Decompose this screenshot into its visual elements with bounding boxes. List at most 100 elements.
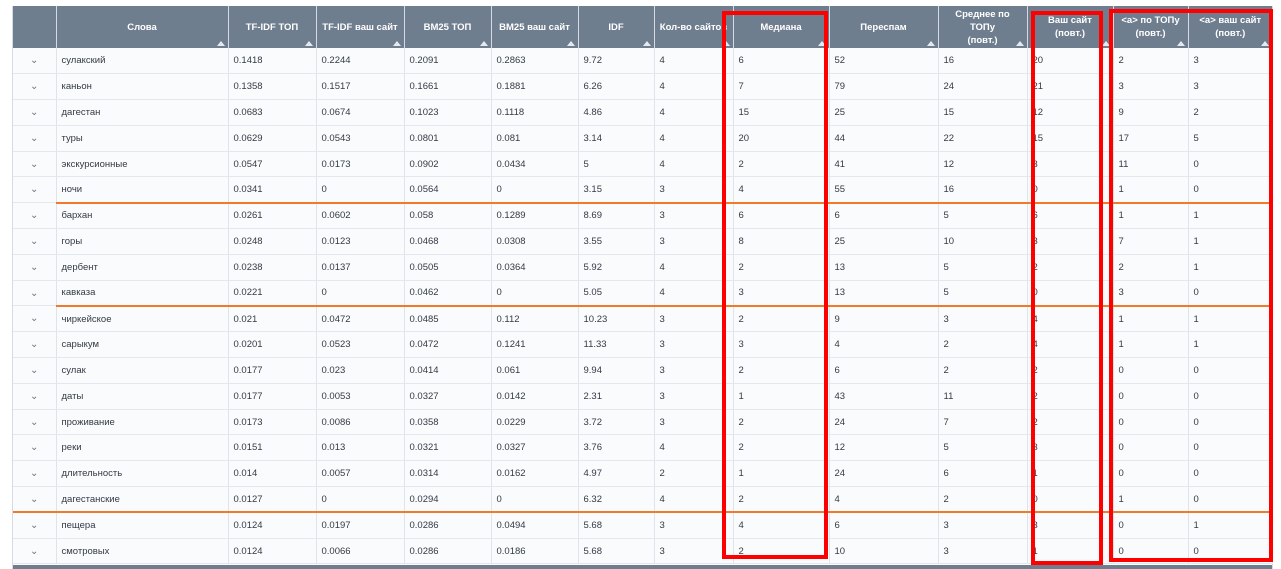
column-header-word[interactable]: Слова <box>56 6 229 48</box>
column-header-bm25-top[interactable]: BM25 ТОП <box>404 6 492 48</box>
sort-arrow-icon[interactable] <box>566 41 575 46</box>
cell-overspam: 44 <box>829 125 939 152</box>
expand-row-cell[interactable]: ⌄ <box>13 305 57 333</box>
cell-bm25-site: 0.0494 <box>491 512 579 539</box>
sort-arrow-icon[interactable] <box>216 41 225 46</box>
cell-overspam: 41 <box>829 151 939 178</box>
expand-row-cell[interactable]: ⌄ <box>13 538 57 565</box>
chevron-down-icon[interactable]: ⌄ <box>30 159 38 170</box>
expand-row-cell[interactable]: ⌄ <box>13 409 57 436</box>
column-header-label: IDF <box>608 21 624 33</box>
chevron-down-icon[interactable]: ⌄ <box>30 339 38 350</box>
cell-your-site: 2 <box>1027 357 1114 384</box>
chevron-down-icon[interactable]: ⌄ <box>30 546 38 557</box>
column-header-a-top[interactable]: <a> по ТОПу (повт.) <box>1113 6 1189 48</box>
cell-bm25-top: 0.0321 <box>404 434 492 462</box>
column-header-overspam[interactable]: Переспам <box>829 6 939 48</box>
cell-overspam: 10 <box>829 538 939 565</box>
cell-tfidf-top: 0.0547 <box>228 151 317 178</box>
sort-arrow-icon[interactable] <box>392 41 401 46</box>
expand-row-cell[interactable]: ⌄ <box>13 48 57 75</box>
column-header-a-site[interactable]: <a> ваш сайт (повт.) <box>1188 6 1272 48</box>
cell-overspam: 13 <box>829 254 939 281</box>
cell-idf: 8.69 <box>578 202 655 230</box>
chevron-down-icon[interactable]: ⌄ <box>30 494 38 505</box>
table-row: ⌄ смотровых 0.0124 0.0066 0.0286 0.0186 5.68 3 2… <box>13 538 1273 565</box>
expand-row-cell[interactable]: ⌄ <box>13 331 57 359</box>
chevron-down-icon[interactable]: ⌄ <box>30 468 38 479</box>
cell-median: 3 <box>733 331 830 359</box>
sort-arrow-icon[interactable] <box>1176 41 1185 46</box>
cell-bm25-top: 0.1661 <box>404 73 492 101</box>
sort-arrow-icon[interactable] <box>926 41 935 46</box>
table-row: ⌄ длительность 0.014 0.0057 0.0314 0.0162 4.97… <box>13 460 1273 488</box>
expand-row-cell[interactable]: ⌄ <box>13 202 57 230</box>
column-header-avg-top[interactable]: Среднее по ТОПу (повт.) <box>938 6 1028 48</box>
cell-tfidf-top: 0.0124 <box>228 538 317 565</box>
cell-bm25-site: 0.0162 <box>491 460 579 488</box>
chevron-down-icon[interactable]: ⌄ <box>30 107 38 118</box>
chevron-down-icon[interactable]: ⌄ <box>30 313 38 324</box>
chevron-down-icon[interactable]: ⌄ <box>30 55 38 66</box>
cell-idf: 3.14 <box>578 125 655 152</box>
expand-row-cell[interactable]: ⌄ <box>13 512 57 539</box>
sort-arrow-icon[interactable] <box>721 41 730 46</box>
expand-row-cell[interactable]: ⌄ <box>13 125 57 152</box>
cell-a-top: 0 <box>1113 538 1189 565</box>
cell-overspam: 9 <box>829 305 939 333</box>
column-header-sites[interactable]: Кол-во сайтов <box>654 6 734 48</box>
cell-your-site: 4 <box>1027 331 1114 359</box>
column-header-median[interactable]: Медиана <box>733 6 830 48</box>
chevron-down-icon[interactable]: ⌄ <box>30 520 38 531</box>
cell-a-top: 0 <box>1113 512 1189 539</box>
chevron-down-icon[interactable]: ⌄ <box>30 81 38 92</box>
chevron-down-icon[interactable]: ⌄ <box>30 442 38 453</box>
cell-a-top: 1 <box>1113 176 1189 204</box>
chevron-down-icon[interactable]: ⌄ <box>30 262 38 273</box>
cell-sites: 4 <box>654 73 734 101</box>
expand-row-cell[interactable]: ⌄ <box>13 460 57 488</box>
column-header-idf[interactable]: IDF <box>578 6 655 48</box>
table-row: ⌄ туры 0.0629 0.0543 0.0801 0.081 3.14 4 20 44 22 1… <box>13 125 1273 152</box>
sort-arrow-icon[interactable] <box>1261 41 1269 46</box>
column-header-bm25-site[interactable]: BM25 ваш сайт <box>491 6 579 48</box>
cell-sites: 3 <box>654 176 734 204</box>
expand-row-cell[interactable]: ⌄ <box>13 151 57 178</box>
chevron-down-icon[interactable]: ⌄ <box>30 417 38 428</box>
cell-bm25-top: 0.1023 <box>404 99 492 126</box>
cell-sites: 4 <box>654 99 734 126</box>
expand-row-cell[interactable]: ⌄ <box>13 254 57 281</box>
cell-median: 2 <box>733 151 830 178</box>
chevron-down-icon[interactable]: ⌄ <box>30 133 38 144</box>
keyword-cell: дагестан <box>56 99 229 126</box>
cell-avg-top: 7 <box>938 409 1028 436</box>
chevron-down-icon[interactable]: ⌄ <box>30 184 38 195</box>
table-header: Слова TF-IDF ТОП TF-IDF ваш сайт BM25 ТОП BM… <box>13 6 1272 48</box>
sort-arrow-icon[interactable] <box>1101 41 1110 46</box>
sort-arrow-icon[interactable] <box>642 41 651 46</box>
expand-row-cell[interactable]: ⌄ <box>13 176 57 204</box>
expand-row-cell[interactable]: ⌄ <box>13 99 57 126</box>
cell-bm25-site: 0.081 <box>491 125 579 152</box>
expand-row-cell[interactable]: ⌄ <box>13 357 57 384</box>
expand-row-cell[interactable]: ⌄ <box>13 486 57 514</box>
expand-row-cell[interactable]: ⌄ <box>13 73 57 101</box>
chevron-down-icon[interactable]: ⌄ <box>30 391 38 402</box>
chevron-down-icon[interactable]: ⌄ <box>30 365 38 376</box>
cell-sites: 2 <box>654 460 734 488</box>
chevron-down-icon[interactable]: ⌄ <box>30 210 38 221</box>
expand-row-cell[interactable]: ⌄ <box>13 280 57 307</box>
chevron-down-icon[interactable]: ⌄ <box>30 236 38 247</box>
sort-arrow-icon[interactable] <box>1015 41 1024 46</box>
expand-row-cell[interactable]: ⌄ <box>13 228 57 255</box>
column-header-your-site[interactable]: Ваш сайт (повт.) <box>1027 6 1114 48</box>
expand-row-cell[interactable]: ⌄ <box>13 383 57 410</box>
sort-arrow-icon[interactable] <box>817 41 826 46</box>
expand-row-cell[interactable]: ⌄ <box>13 434 57 462</box>
chevron-down-icon[interactable]: ⌄ <box>30 288 38 299</box>
cell-idf: 10.23 <box>578 305 655 333</box>
column-header-tfidf-site[interactable]: TF-IDF ваш сайт <box>316 6 405 48</box>
sort-arrow-icon[interactable] <box>304 41 313 46</box>
sort-arrow-icon[interactable] <box>479 41 488 46</box>
column-header-tfidf-top[interactable]: TF-IDF ТОП <box>228 6 317 48</box>
